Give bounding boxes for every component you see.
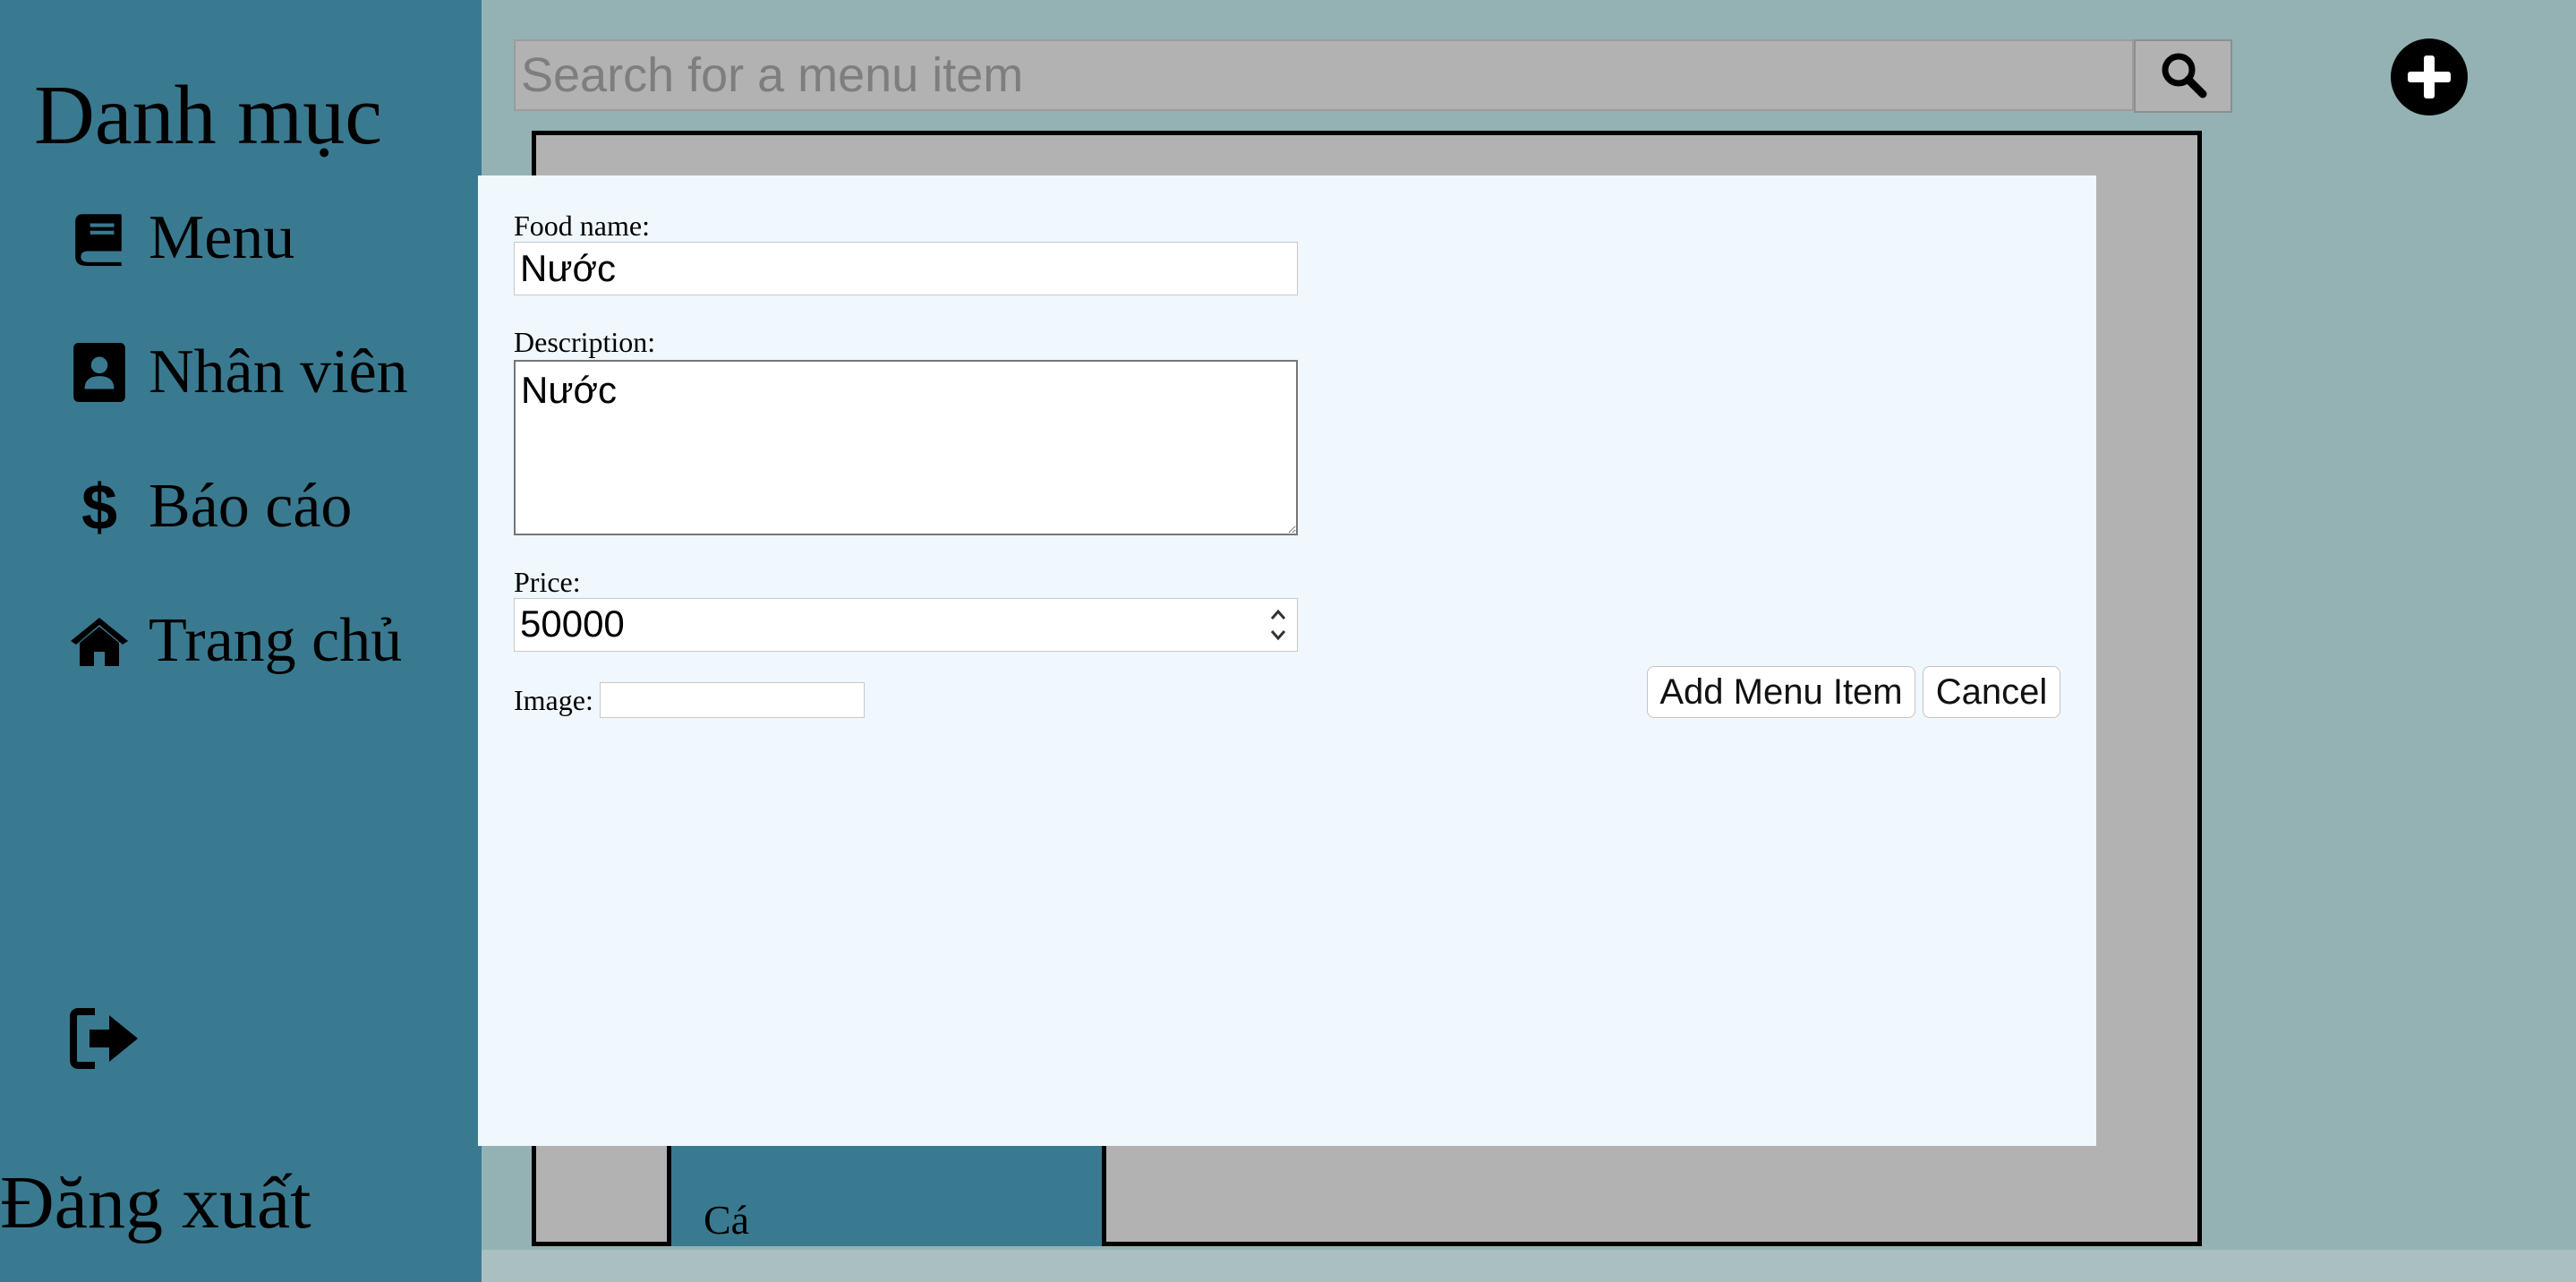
price-label: Price: bbox=[514, 566, 581, 598]
grid-column bbox=[532, 1142, 671, 1246]
plus-circle-icon bbox=[2390, 38, 2469, 120]
add-menu-item-modal: Food name: Description: Nước Price: 5000… bbox=[478, 175, 2096, 1146]
add-menu-item-button[interactable]: Add Menu Item bbox=[1647, 666, 1915, 718]
logout-label[interactable]: Đăng xuất bbox=[0, 1166, 311, 1241]
book-icon bbox=[68, 207, 131, 269]
food-name-label: Food name: bbox=[514, 209, 650, 242]
search-input[interactable] bbox=[514, 39, 2134, 111]
search-button[interactable] bbox=[2134, 39, 2232, 113]
search-icon bbox=[2158, 49, 2208, 104]
food-card-name: Cá bbox=[704, 1197, 750, 1243]
horizontal-scrollbar[interactable] bbox=[482, 1250, 2576, 1282]
price-input[interactable]: 50000 bbox=[514, 598, 1298, 652]
sidebar-item-label: Trang chủ bbox=[149, 606, 403, 675]
price-value: 50000 bbox=[520, 603, 625, 645]
contact-book-icon bbox=[68, 341, 131, 404]
svg-text:$: $ bbox=[81, 474, 117, 540]
image-file-input[interactable] bbox=[600, 682, 865, 718]
sidebar-item-bao-cao[interactable]: $ Báo cáo bbox=[68, 471, 352, 543]
food-name-input[interactable] bbox=[514, 242, 1298, 295]
sidebar-item-menu[interactable]: Menu bbox=[68, 202, 294, 274]
cancel-button[interactable]: Cancel bbox=[1923, 666, 2060, 718]
sidebar: Danh mục Menu Nhân viên $ Báo cáo Trang … bbox=[0, 0, 482, 1282]
sidebar-item-nhan-vien[interactable]: Nhân viên bbox=[68, 337, 408, 408]
description-textarea[interactable]: Nước bbox=[514, 360, 1298, 535]
sidebar-title: Danh mục bbox=[34, 69, 382, 162]
description-label: Description: bbox=[514, 326, 656, 358]
sidebar-item-label: Báo cáo bbox=[149, 472, 353, 541]
sign-out-icon[interactable] bbox=[68, 1004, 141, 1073]
add-item-button[interactable] bbox=[2390, 38, 2469, 116]
sidebar-item-label: Menu bbox=[149, 203, 295, 272]
home-icon bbox=[68, 610, 131, 672]
sidebar-item-trang-chu[interactable]: Trang chủ bbox=[68, 605, 402, 677]
food-card[interactable]: Cá bbox=[671, 1142, 1106, 1246]
price-stepper[interactable] bbox=[1268, 606, 1288, 644]
image-label: Image: bbox=[514, 684, 593, 716]
dollar-icon: $ bbox=[68, 474, 131, 540]
sidebar-item-label: Nhân viên bbox=[149, 338, 408, 406]
